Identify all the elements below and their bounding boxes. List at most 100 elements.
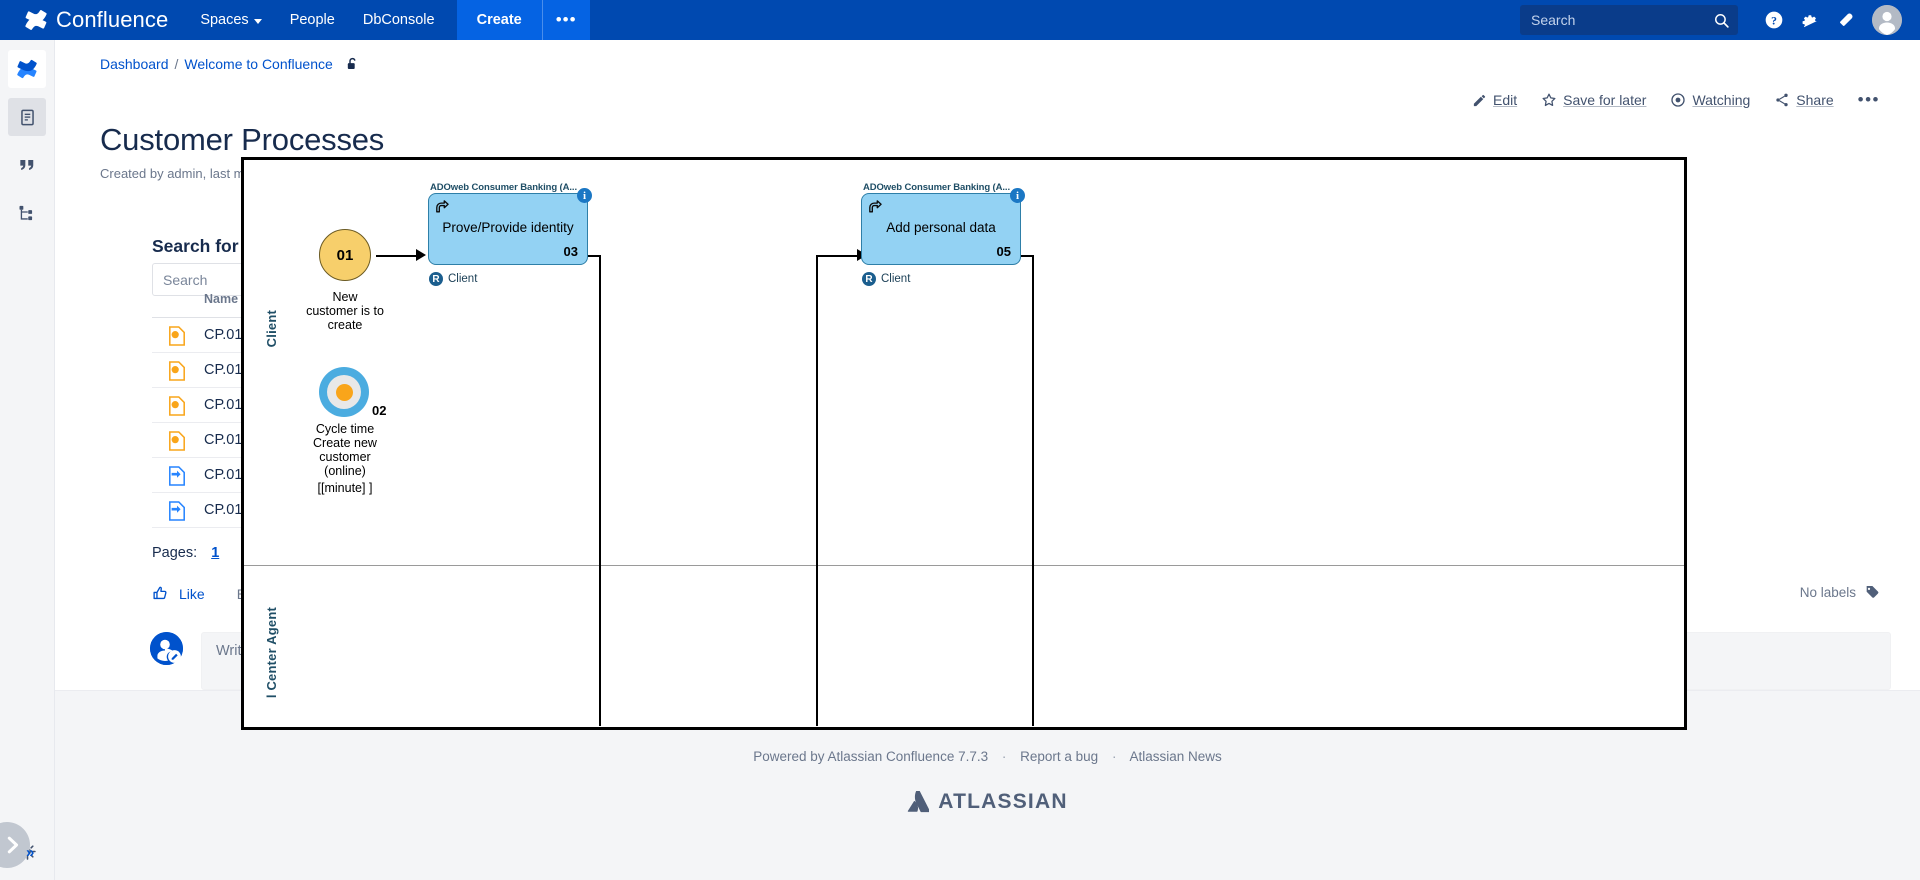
confluence-logo-icon — [25, 10, 47, 30]
diagram-node-05-info-badge[interactable]: i — [1010, 188, 1025, 203]
blue-page-icon — [168, 501, 186, 525]
orange-page-icon — [168, 431, 186, 455]
share-label: Share — [1796, 92, 1834, 108]
chevron-down-icon — [253, 18, 262, 24]
brand-label: Confluence — [56, 7, 169, 32]
star-icon — [1542, 93, 1556, 107]
diagram-node-03-role-label: Client — [448, 273, 478, 285]
tag-label-icon — [1866, 586, 1879, 598]
nav-item-dbconsole-label: DbConsole — [362, 12, 435, 28]
search-icon[interactable] — [1713, 12, 1730, 29]
breadcrumb-item-welcome-to-confluence[interactable]: Welcome to Confluence — [184, 56, 332, 72]
powered-by-label: Powered by Atlassian Confluence 7.7.3 — [753, 749, 989, 764]
breadcrumb-separator: / — [174, 56, 179, 72]
save-for-later-label: Save for later — [1563, 92, 1647, 108]
page-title: Customer Processes — [100, 122, 385, 157]
profile-avatar[interactable] — [1872, 5, 1902, 35]
diagram-node-05-role-label: Client — [881, 273, 911, 285]
diagram-node-02-cycle-time[interactable] — [319, 367, 369, 417]
diagram-node-03-title: Prove/Provide identity — [442, 220, 574, 235]
quote-blog-icon — [20, 160, 34, 170]
top-navigation-bar: Confluence Spaces People DbConsole Creat… — [0, 0, 1920, 40]
sidebar-item-blog[interactable] — [8, 146, 46, 184]
edit-button[interactable]: Edit — [1472, 92, 1517, 108]
chevron-right-icon — [7, 836, 19, 854]
connector-column-3 — [1032, 255, 1034, 726]
breadcrumb: Dashboard / Welcome to Confluence — [100, 56, 360, 72]
footer-links: Powered by Atlassian Confluence 7.7.3 · … — [55, 749, 1920, 764]
save-for-later-button[interactable]: Save for later — [1541, 92, 1646, 108]
eye-watch-icon — [1671, 93, 1686, 107]
breadcrumb-item-dashboard[interactable]: Dashboard — [100, 56, 169, 72]
cycle-ring-inner — [335, 383, 353, 401]
atlassian-news-link[interactable]: Atlassian News — [1129, 749, 1221, 764]
nav-item-spaces[interactable]: Spaces — [186, 0, 275, 40]
nav-item-people[interactable]: People — [276, 0, 349, 40]
global-search-box[interactable] — [1520, 5, 1738, 35]
orange-page-icon — [168, 396, 186, 420]
unlocked-padlock-icon[interactable] — [345, 56, 360, 72]
sidebar-item-space-logo[interactable] — [8, 50, 46, 88]
connector-column-2 — [816, 255, 818, 726]
footer-dot-1: · — [1001, 749, 1007, 764]
help-icon: ? — [1765, 11, 1783, 29]
diagram-node-02-caption: Cycle time Create new customer (online) — [313, 422, 377, 478]
diagram-node-01-caption: New customer is to create — [306, 290, 384, 332]
diagram-node-03-system: ADOweb Consumer Banking (A... — [430, 182, 578, 193]
settings-button[interactable] — [1794, 4, 1826, 36]
help-button[interactable]: ? — [1758, 4, 1790, 36]
page-actions-toolbar: Edit Save for later Watching Share ••• — [1472, 91, 1880, 108]
expand-sidebar-chevrons[interactable]: » — [26, 844, 34, 861]
watching-label: Watching — [1692, 92, 1751, 108]
diagram-node-02-number: 02 — [372, 403, 387, 418]
process-diagram[interactable]: Client l Center Agent 01 New customer is… — [241, 157, 1687, 730]
edit-label: Edit — [1493, 92, 1518, 108]
footer-dot-2: · — [1111, 749, 1117, 764]
pagination-page-1[interactable]: 1 — [211, 545, 219, 561]
confluence-brand[interactable]: Confluence — [0, 0, 186, 40]
share-button[interactable]: Share — [1774, 92, 1834, 108]
lane-label-call-center-agent: l Center Agent — [264, 607, 279, 699]
sidebar-item-pages[interactable] — [8, 98, 46, 136]
diagram-node-05-title: Add personal data — [886, 220, 996, 235]
diagram-node-03-info-badge[interactable]: i — [577, 188, 592, 203]
report-a-bug-link[interactable]: Report a bug — [1020, 749, 1098, 764]
nav-item-people-label: People — [289, 12, 335, 28]
nav-item-spaces-label: Spaces — [200, 12, 249, 28]
diagram-node-05-number: 05 — [996, 244, 1011, 259]
topnav-right-group: ? — [1520, 4, 1920, 36]
create-button[interactable]: Create — [456, 0, 542, 40]
pages-document-icon — [20, 109, 34, 125]
no-labels-label: No labels — [1799, 584, 1856, 600]
diagram-node-05-role: R Client — [862, 272, 910, 286]
pagination: Pages: 1 — [152, 545, 219, 561]
global-search-input[interactable] — [1531, 12, 1713, 28]
orange-page-icon — [168, 361, 186, 385]
thumbs-up-icon[interactable] — [152, 585, 169, 602]
create-more-button[interactable]: ••• — [541, 0, 590, 40]
sidebar-item-page-tree[interactable] — [8, 194, 46, 232]
notifications-button[interactable] — [1830, 4, 1862, 36]
page-tree-icon — [19, 205, 33, 221]
left-icon-rail: » — [0, 40, 55, 880]
watching-button[interactable]: Watching — [1670, 92, 1750, 108]
nav-item-dbconsole[interactable]: DbConsole — [349, 0, 449, 40]
connector-line-into-05 — [816, 255, 861, 257]
atlassian-wordmark-label: ATLASSIAN — [938, 790, 1068, 813]
lane-divider — [244, 565, 1684, 566]
diagram-node-01-start[interactable]: 01 — [319, 229, 371, 281]
page-more-actions-button[interactable]: ••• — [1858, 91, 1880, 108]
cycle-ring-middle — [327, 375, 361, 409]
avatar-add-comment-icon — [150, 632, 183, 665]
role-marker-icon: R — [862, 272, 876, 286]
bell-icon — [1840, 13, 1853, 26]
confluence-space-icon — [17, 59, 37, 79]
diagram-node-05-system: ADOweb Consumer Banking (A... — [863, 182, 1011, 193]
manual-hand-icon — [869, 200, 882, 213]
labels-area[interactable]: No labels — [1800, 584, 1880, 600]
orange-page-icon — [168, 326, 186, 350]
avatar-person-icon — [1872, 5, 1902, 35]
like-label[interactable]: Like — [179, 586, 205, 602]
atlassian-logo-icon — [908, 791, 930, 813]
gear-icon — [1802, 15, 1817, 28]
